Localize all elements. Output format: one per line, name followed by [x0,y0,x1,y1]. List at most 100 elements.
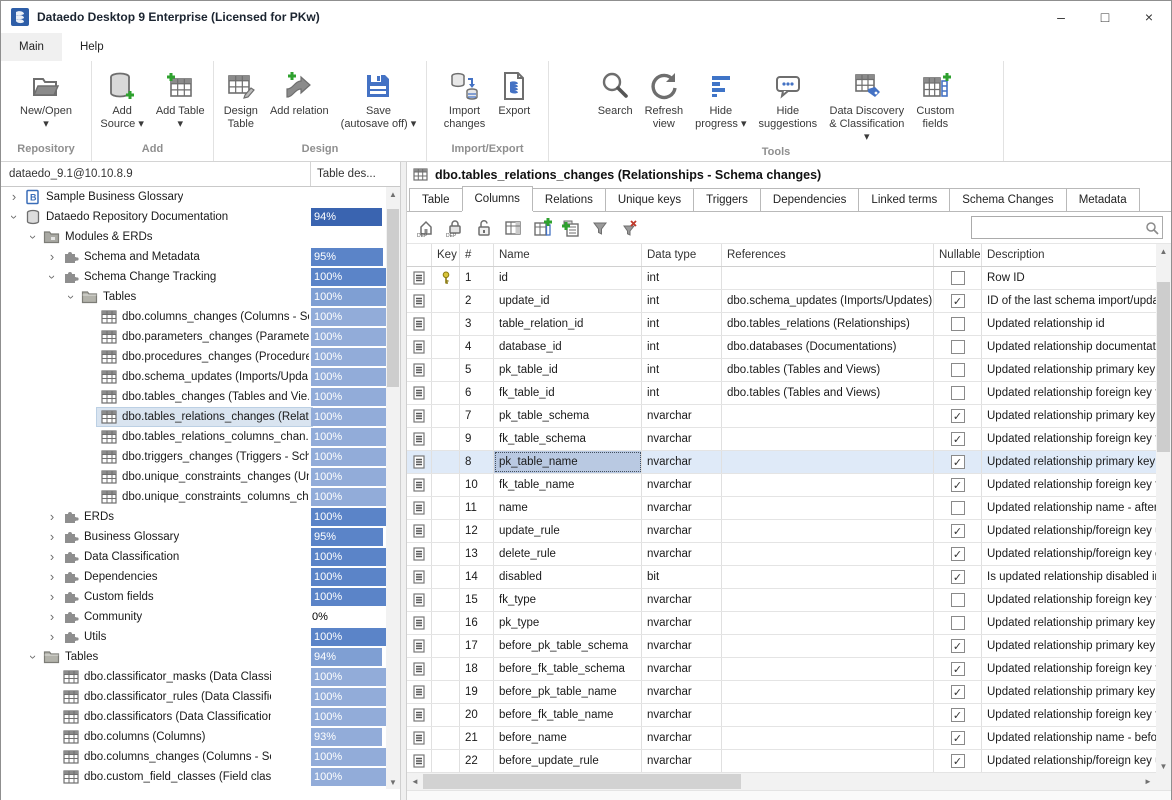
name-cell[interactable]: delete_rule [494,543,642,565]
tree-item-label-area[interactable]: dbo.parameters_changes (Paramete... [97,328,312,346]
column-visibility-icon[interactable] [500,216,526,240]
ref-cell[interactable] [722,727,934,749]
nullable-checkbox[interactable]: ✓ [934,566,982,588]
type-cell[interactable]: nvarchar [642,750,722,772]
num-cell[interactable]: 7 [460,405,494,427]
tree-item-label-area[interactable]: dbo.columns (Columns) [59,728,208,746]
tree-item[interactable]: ›Tables94% [1,647,386,667]
nullable-checkbox[interactable]: ✓ [934,428,982,450]
type-cell[interactable]: nvarchar [642,497,722,519]
num-cell[interactable]: 21 [460,727,494,749]
tree-item-label-area[interactable]: dbo.schema_updates (Imports/Upda... [97,368,312,386]
desc-cell[interactable]: Is updated relationship disabled in [982,566,1156,588]
column-header-desc[interactable]: Description [982,244,1156,266]
row-selector-icon[interactable] [407,727,432,749]
column-header-nullable[interactable]: Nullable [934,244,982,266]
num-cell[interactable]: 5 [460,359,494,381]
filter-icon[interactable] [587,216,613,240]
name-cell[interactable]: fk_type [494,589,642,611]
tree-item[interactable]: ›dbo.custom_field_classes (Field class)1… [1,767,386,787]
type-cell[interactable]: nvarchar [642,428,722,450]
grid-row[interactable]: 16pk_typenvarcharUpdated relationship pr… [407,612,1156,635]
ref-cell[interactable]: dbo.tables (Tables and Views) [722,382,934,404]
num-cell[interactable]: 1 [460,267,494,289]
ref-cell[interactable] [722,589,934,611]
checkbox-unchecked-icon[interactable] [951,363,965,377]
checkbox-checked-icon[interactable]: ✓ [951,547,965,561]
num-cell[interactable]: 17 [460,635,494,657]
tree-item[interactable]: ›Utils100% [1,627,386,647]
clear-filter-icon[interactable] [616,216,642,240]
desc-cell[interactable]: Updated relationship/foreign key u [982,750,1156,772]
nullable-checkbox[interactable]: ✓ [934,704,982,726]
grid-row[interactable]: 22before_update_rulenvarchar✓Updated rel… [407,750,1156,773]
ref-cell[interactable] [722,681,934,703]
tree-item[interactable]: ›dbo.unique_constraints_columns_ch...100… [1,487,386,507]
num-cell[interactable]: 20 [460,704,494,726]
tab-schema-changes[interactable]: Schema Changes [949,188,1066,211]
key-cell[interactable] [432,704,460,726]
tree-item-label-area[interactable]: dbo.tables_relations_columns_chan... [97,428,312,446]
scroll-left-icon[interactable]: ◄ [407,777,423,786]
tab-triggers[interactable]: Triggers [693,188,761,211]
grid-row[interactable]: 4database_idintdbo.databases (Documentat… [407,336,1156,359]
scroll-up-icon[interactable]: ▲ [386,187,400,201]
ref-cell[interactable] [722,474,934,496]
tree-item[interactable]: ›Community0% [1,607,386,627]
tree-item-label-area[interactable]: dbo.classificator_rules (Data Classifica… [59,688,274,706]
search-icon[interactable] [1142,221,1162,235]
key-cell[interactable] [432,359,460,381]
desc-cell[interactable]: Updated relationship/foreign key d [982,543,1156,565]
close-button[interactable]: × [1127,1,1171,33]
nullable-checkbox[interactable]: ✓ [934,543,982,565]
type-cell[interactable]: int [642,313,722,335]
grid-row[interactable]: 5pk_table_idintdbo.tables (Tables and Vi… [407,359,1156,382]
checkbox-checked-icon[interactable]: ✓ [951,708,965,722]
chevron-right-icon[interactable]: › [45,567,59,587]
hide-suggestions-button[interactable]: Hidesuggestions [754,65,821,133]
ref-cell[interactable] [722,658,934,680]
desc-cell[interactable]: Updated relationship primary key t [982,359,1156,381]
chevron-right-icon[interactable]: › [7,187,21,207]
nullable-checkbox[interactable] [934,589,982,611]
grid-row[interactable]: 1idintRow ID [407,267,1156,290]
type-cell[interactable]: nvarchar [642,704,722,726]
tree-item-label-area[interactable]: Data Classification [59,548,182,566]
design-table-button[interactable]: DesignTable [220,65,262,133]
tree-item-label-area[interactable]: dbo.custom_field_classes (Field class) [59,768,274,786]
checkbox-unchecked-icon[interactable] [951,501,965,515]
desc-cell[interactable]: Updated relationship primary key t [982,451,1156,473]
key-cell[interactable] [432,520,460,542]
desc-cell[interactable]: Row ID [982,267,1156,289]
desc-cell[interactable]: Updated relationship foreign key t [982,428,1156,450]
num-cell[interactable]: 13 [460,543,494,565]
tab-unique-keys[interactable]: Unique keys [605,188,694,211]
tree-item-label-area[interactable]: Custom fields [59,588,157,606]
tree-item[interactable]: ›dbo.triggers_changes (Triggers - Sch...… [1,447,386,467]
type-cell[interactable]: nvarchar [642,520,722,542]
grid-row[interactable]: 15fk_typenvarcharUpdated relationship fo… [407,589,1156,612]
name-cell[interactable]: fk_table_id [494,382,642,404]
tree-item[interactable]: ›Business Glossary95% [1,527,386,547]
num-cell[interactable]: 4 [460,336,494,358]
name-cell[interactable]: before_fk_table_schema [494,658,642,680]
tree-item-label-area[interactable]: dbo.unique_constraints_changes (Un... [97,468,312,486]
name-cell[interactable]: before_fk_table_name [494,704,642,726]
type-cell[interactable]: nvarchar [642,474,722,496]
grid-hscroll-thumb[interactable] [423,774,741,789]
nullable-checkbox[interactable]: ✓ [934,405,982,427]
tab-dependencies[interactable]: Dependencies [760,188,860,211]
add-relation-button[interactable]: Add relation [266,65,333,120]
ref-cell[interactable] [722,451,934,473]
menu-tab-main[interactable]: Main [1,33,62,61]
type-cell[interactable]: nvarchar [642,658,722,680]
tree-item[interactable]: ›Tables100% [1,287,386,307]
num-cell[interactable]: 9 [460,428,494,450]
type-cell[interactable]: int [642,336,722,358]
tree-item-label-area[interactable]: Schema Change Tracking [59,268,219,286]
nullable-checkbox[interactable]: ✓ [934,290,982,312]
add-column-icon[interactable] [529,216,555,240]
checkbox-checked-icon[interactable]: ✓ [951,662,965,676]
nullable-checkbox[interactable] [934,336,982,358]
ref-cell[interactable] [722,428,934,450]
